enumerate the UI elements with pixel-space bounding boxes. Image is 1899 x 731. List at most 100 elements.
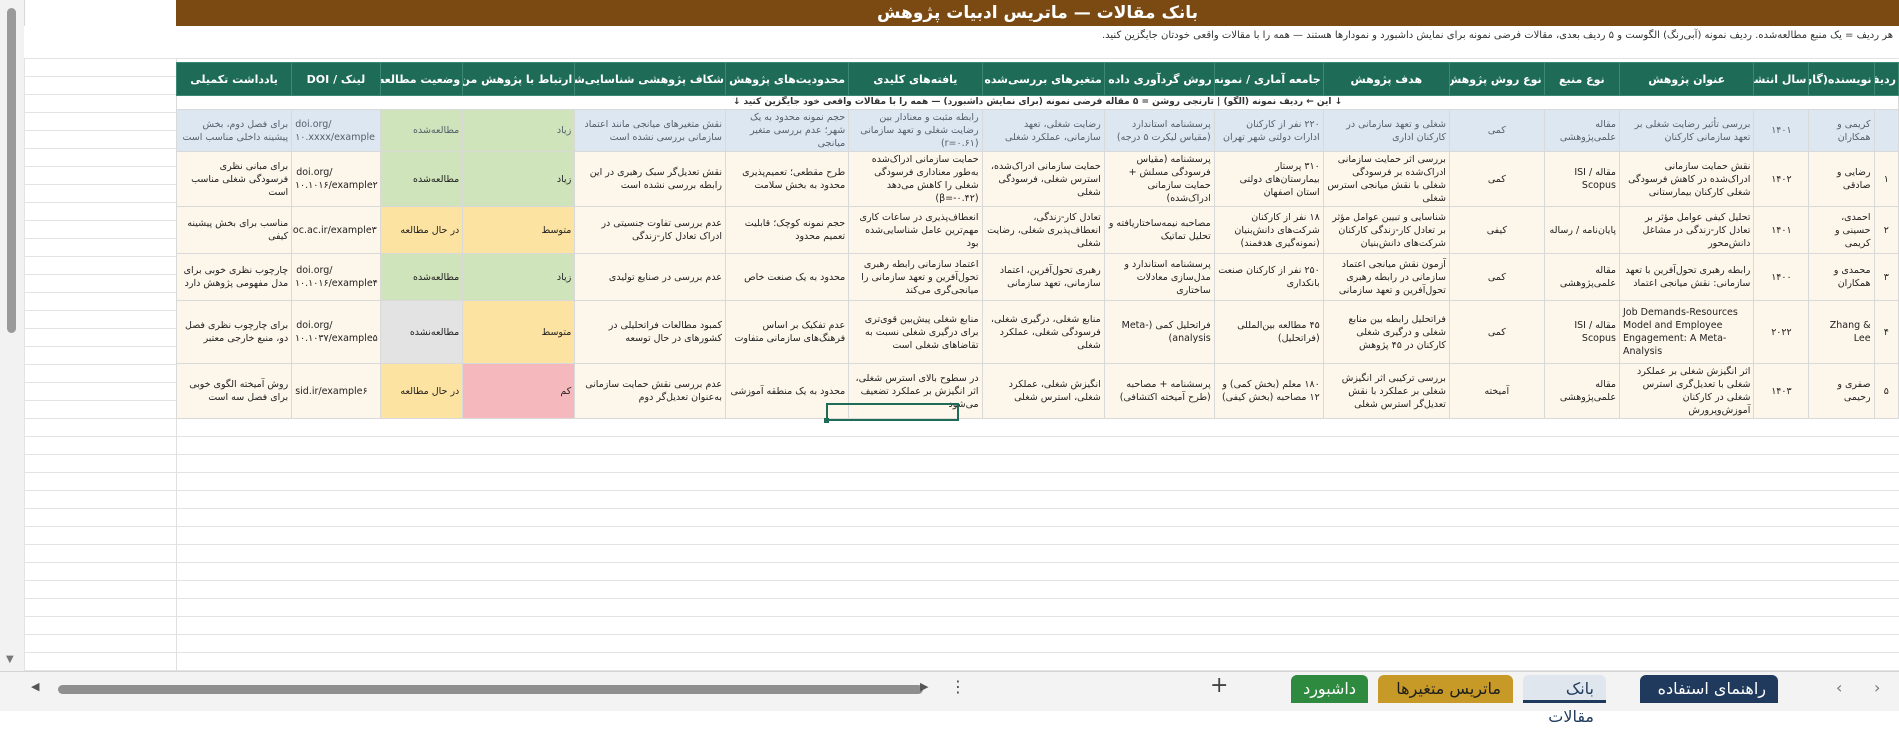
relevance-cell[interactable]: زیاد xyxy=(462,151,576,207)
table-cell[interactable]: طرح مقطعی؛ تعمیم‌پذیری محدود به بخش سلام… xyxy=(724,151,850,207)
tab-article-bank[interactable]: بانک مقالات xyxy=(1523,675,1606,726)
table-cell[interactable]: نقش متغیرهای میانجی مانند اعتماد سازمانی… xyxy=(574,109,726,152)
table-cell[interactable]: اثر انگیزش شغلی بر عملکرد شغلی با تعدیل‌… xyxy=(1618,363,1755,419)
sheet-nav-next-icon[interactable]: › xyxy=(1874,678,1880,697)
table-cell[interactable]: پرسشنامه استاندارد (مقیاس لیکرت ۵ درجه) xyxy=(1103,109,1215,152)
table-cell[interactable]: Zhang & Lee xyxy=(1808,300,1875,364)
status-cell[interactable]: در حال مطالعه xyxy=(379,206,464,254)
selected-cell-cursor[interactable] xyxy=(824,403,959,423)
table-cell[interactable]: کمی xyxy=(1448,253,1545,301)
table-cell[interactable]: حجم نمونه محدود به یک شهر؛ عدم بررسی متغ… xyxy=(724,109,850,152)
table-cell[interactable]: پرسشنامه استاندارد و مدل‌سازی معادلات سا… xyxy=(1103,253,1215,301)
table-cell[interactable]: اعتماد سازمانی رابطه رهبری تحول‌آفرین و … xyxy=(848,253,983,301)
table-cell[interactable]: ۳۱۰ پرستار بیمارستان‌های دولتی استان اصف… xyxy=(1213,151,1324,207)
header-cell[interactable]: لینک / DOI xyxy=(291,62,381,96)
table-cell[interactable]: بررسی تأثیر رضایت شغلی بر تعهد سازمانی ک… xyxy=(1618,109,1755,152)
status-cell[interactable]: مطالعه‌شده xyxy=(379,151,464,207)
header-cell[interactable]: یادداشت تکمیلی xyxy=(175,62,293,96)
doi-cell[interactable]: irandoc.ac.ir/example۳ xyxy=(291,206,381,254)
table-cell[interactable]: آزمون نقش میانجی اعتماد سازمانی در رابطه… xyxy=(1322,253,1450,301)
table-cell[interactable]: مقاله ISI / Scopus xyxy=(1543,151,1621,207)
table-cell[interactable]: مقاله علمی‌پژوهشی xyxy=(1543,109,1621,152)
relevance-cell[interactable]: متوسط xyxy=(462,300,576,364)
table-cell[interactable]: حمایت سازمانی ادراک‌شده به‌طور معناداری … xyxy=(848,151,983,207)
header-cell[interactable]: ارتباط با پژوهش من xyxy=(462,62,576,96)
table-cell[interactable]: ۱۸ نفر از کارکنان شرکت‌های دانش‌بنیان (ن… xyxy=(1213,206,1324,254)
table-cell[interactable]: ۲۵۰ نفر از کارکنان صنعت بانکداری xyxy=(1213,253,1324,301)
table-cell[interactable]: ۱۸۰ معلم (بخش کمی) و ۱۲ مصاحبه (بخش کیفی… xyxy=(1213,363,1324,419)
table-cell[interactable]: ۱۴۰۰ xyxy=(1753,253,1810,301)
relevance-cell[interactable]: زیاد xyxy=(462,253,576,301)
header-cell[interactable]: ردیف xyxy=(1873,62,1899,96)
table-cell[interactable]: برای چارچوب نظری فصل دو، منبع خارجی معتب… xyxy=(175,300,293,364)
header-cell[interactable]: متغیرهای بررسی‌شده xyxy=(981,62,1105,96)
header-cell[interactable]: سال انتشار xyxy=(1753,62,1810,96)
header-cell[interactable]: یافته‌های کلیدی xyxy=(848,62,983,96)
table-cell[interactable]: پرسشنامه + مصاحبه (طرح آمیخته اکتشافی) xyxy=(1103,363,1215,419)
doi-cell[interactable]: doi.org/۱۰.۱۰۳۷/example۵ xyxy=(291,300,381,364)
doi-cell[interactable]: doi.org/۱۰.xxxx/example xyxy=(291,109,381,152)
table-cell[interactable]: مقاله علمی‌پژوهشی xyxy=(1543,253,1621,301)
table-cell[interactable]: رهبری تحول‌آفرین، اعتماد سازمانی، تعهد س… xyxy=(981,253,1105,301)
table-cell[interactable]: رابطه مثبت و معنادار بین رضایت شغلی و تع… xyxy=(848,109,983,152)
tab-dashboard[interactable]: داشبورد xyxy=(1291,675,1368,703)
header-cell[interactable]: جامعه آماری / نمونه xyxy=(1213,62,1324,96)
table-cell[interactable]: تحلیل کیفی عوامل مؤثر بر تعادل کار-زندگی… xyxy=(1618,206,1755,254)
table-cell[interactable]: Job Demands-Resources Model and Employee… xyxy=(1618,300,1755,364)
table-cell[interactable]: ۱۴۰۱ xyxy=(1753,206,1810,254)
header-cell[interactable]: محدودیت‌های پژوهش xyxy=(724,62,850,96)
table-cell[interactable]: بررسی ترکیبی اثر انگیزش شغلی بر عملکرد ب… xyxy=(1322,363,1450,419)
table-cell[interactable]: احمدی، حسینی و کریمی xyxy=(1808,206,1875,254)
table-cell[interactable]: کمی xyxy=(1448,109,1545,152)
table-cell[interactable]: پایان‌نامه / رساله xyxy=(1543,206,1621,254)
table-cell[interactable]: ۴۵ مطالعه بین‌المللی (فراتحلیل) xyxy=(1213,300,1324,364)
table-cell[interactable]: آمیخته xyxy=(1448,363,1545,419)
relevance-cell[interactable]: زیاد xyxy=(462,109,576,152)
table-cell[interactable]: انعطاف‌پذیری در ساعات کاری مهم‌ترین عامل… xyxy=(848,206,983,254)
table-cell[interactable]: نقش تعدیل‌گر سبک رهبری در این رابطه بررس… xyxy=(574,151,726,207)
table-cell[interactable]: مقاله علمی‌پژوهشی xyxy=(1543,363,1621,419)
tab-variables-matrix[interactable]: ماتریس متغیرها xyxy=(1378,675,1513,703)
table-cell[interactable]: ۵ xyxy=(1873,363,1899,419)
table-cell[interactable]: مصاحبه نیمه‌ساختاریافته و تحلیل تماتیک xyxy=(1103,206,1215,254)
table-cell[interactable]: ۱۴۰۲ xyxy=(1753,151,1810,207)
table-cell[interactable]: نقش حمایت سازمانی ادراک‌شده در کاهش فرسو… xyxy=(1618,151,1755,207)
table-cell[interactable]: پرسشنامه (مقیاس فرسودگی مسلش + حمایت ساز… xyxy=(1103,151,1215,207)
table-cell[interactable]: ۲۰۲۲ xyxy=(1753,300,1810,364)
sheet-nav-prev-icon[interactable]: ‹ xyxy=(1836,678,1842,697)
relevance-cell[interactable]: کم xyxy=(462,363,576,419)
table-cell[interactable]: شناسایی و تبیین عوامل مؤثر بر تعادل کار-… xyxy=(1322,206,1450,254)
status-cell[interactable]: مطالعه‌نشده xyxy=(379,300,464,364)
table-cell[interactable]: کمی xyxy=(1448,300,1545,364)
table-cell[interactable]: منابع شغلی، درگیری شغلی، فرسودگی شغلی، ع… xyxy=(981,300,1105,364)
add-sheet-icon[interactable]: + xyxy=(1210,673,1228,698)
scroll-down-arrow-icon[interactable]: ▼ xyxy=(6,654,14,665)
table-cell[interactable]: کمی xyxy=(1448,151,1545,207)
table-cell[interactable]: ۱ xyxy=(1873,151,1899,207)
table-cell[interactable]: انگیزش شغلی، عملکرد شغلی، استرس شغلی xyxy=(981,363,1105,419)
header-cell[interactable]: روش گردآوری داده / ابزار xyxy=(1103,62,1215,96)
doi-cell[interactable]: doi.org/۱۰.۱۰۱۶/example۴ xyxy=(291,253,381,301)
scroll-left-arrow-icon[interactable]: ◀ xyxy=(31,680,39,693)
table-cell[interactable]: رابطه رهبری تحول‌آفرین با تعهد سازمانی: … xyxy=(1618,253,1755,301)
header-cell[interactable]: وضعیت مطالعه xyxy=(379,62,464,96)
table-cell[interactable]: حجم نمونه کوچک؛ قابلیت تعمیم محدود xyxy=(724,206,850,254)
status-cell[interactable]: در حال مطالعه xyxy=(379,363,464,419)
table-cell[interactable]: فراتحلیل رابطه بین منابع شغلی و درگیری ش… xyxy=(1322,300,1450,364)
table-cell[interactable]: ۴ xyxy=(1873,300,1899,364)
horizontal-scrollbar-thumb[interactable] xyxy=(58,685,923,694)
table-cell[interactable]: عدم بررسی نقش حمایت سازمانی به‌عنوان تعد… xyxy=(574,363,726,419)
table-cell[interactable]: روش آمیخته الگوی خوبی برای فصل سه است xyxy=(175,363,293,419)
table-cell[interactable]: شغلی و تعهد سازمانی در کارکنان اداری xyxy=(1322,109,1450,152)
table-cell[interactable]: چارچوب نظری خوبی برای مدل مفهومی پژوهش د… xyxy=(175,253,293,301)
table-cell[interactable]: برای فصل دوم، بخش پیشینه داخلی مناسب است xyxy=(175,109,293,152)
table-cell[interactable]: رضایی و صادقی xyxy=(1808,151,1875,207)
table-cell[interactable]: کیفی xyxy=(1448,206,1545,254)
table-cell[interactable]: عدم بررسی تفاوت جنسیتی در ادراک تعادل کا… xyxy=(574,206,726,254)
status-cell[interactable]: مطالعه‌شده xyxy=(379,109,464,152)
table-cell[interactable]: ۱۴۰۳ xyxy=(1753,363,1810,419)
header-cell[interactable]: نویسنده(گان) xyxy=(1808,62,1875,96)
table-cell[interactable]: ۲ xyxy=(1873,206,1899,254)
status-cell[interactable]: مطالعه‌شده xyxy=(379,253,464,301)
table-cell[interactable]: عدم بررسی در صنایع تولیدی xyxy=(574,253,726,301)
